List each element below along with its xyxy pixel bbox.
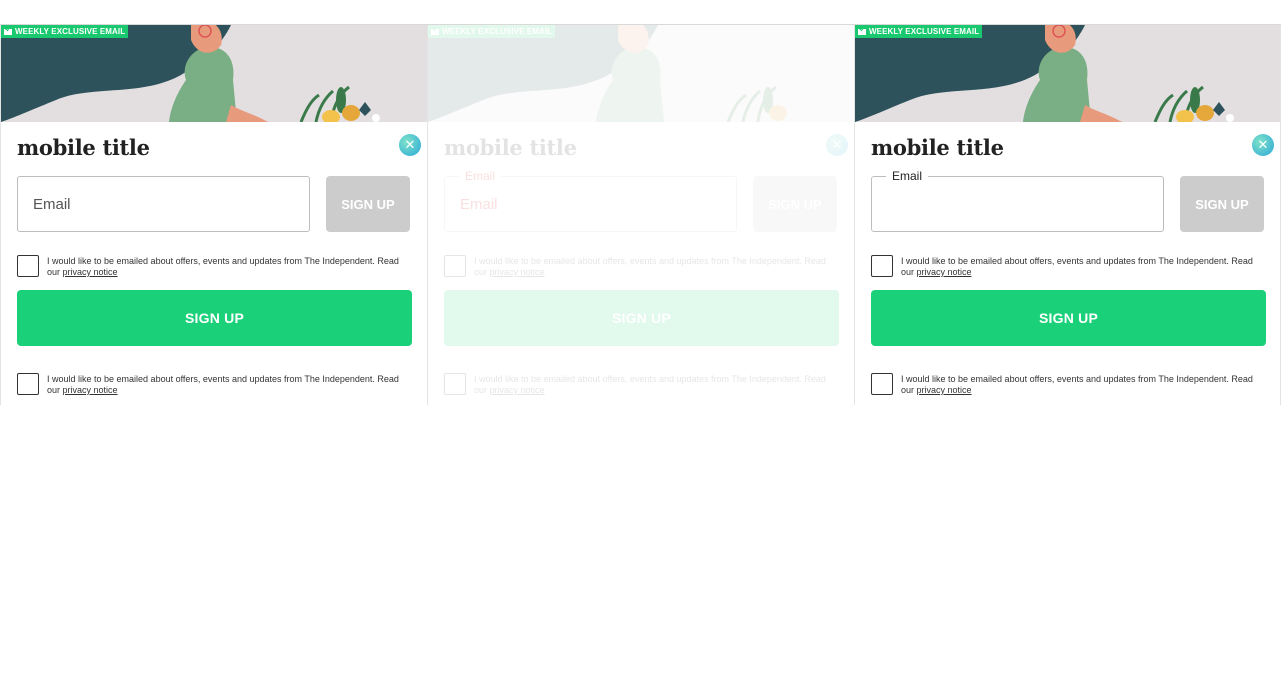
privacy-notice-link-secondary[interactable]: privacy notice [917,385,972,395]
signup-button-primary[interactable]: SIGN UP [17,290,412,346]
signup-button-primary[interactable]: SIGN UP [871,290,1266,346]
mail-icon [4,28,12,35]
eagle-logo-close-icon[interactable]: ✕ [826,134,848,156]
consent-text: I would like to be emailed about offers,… [47,255,412,278]
email-floating-label: Email [459,169,502,183]
hero-illustration [1,25,427,122]
card-title: mobile title [17,135,150,160]
mail-icon [431,28,439,35]
consent-row: I would like to be emailed about offers,… [444,255,839,278]
badge-label: WEEKLY EXCLUSIVE EMAIL [869,27,980,36]
consent-text: I would like to be emailed about offers,… [901,255,1266,278]
consent-checkbox-secondary[interactable] [871,373,893,395]
signup-button-primary[interactable]: SIGN UP [444,290,839,346]
weekly-exclusive-badge: WEEKLY EXCLUSIVE EMAIL [1,25,129,38]
consent-text-secondary: I would like to be emailed about offers,… [474,373,839,396]
consent-text-secondary: I would like to be emailed about offers,… [901,373,1266,396]
email-input[interactable] [18,177,309,231]
consent-row: I would like to be emailed about offers,… [871,255,1266,278]
email-field[interactable]: Email [871,169,1164,232]
consent-text: I would like to be emailed about offers,… [474,255,839,278]
consent-text-secondary: I would like to be emailed about offers,… [47,373,412,396]
hero-illustration [428,25,854,122]
card-title: mobile title [871,135,1004,160]
consent-row-secondary: I would like to be emailed about offers,… [17,373,412,396]
privacy-notice-link-secondary[interactable]: privacy notice [490,385,545,395]
eagle-logo-close-icon[interactable]: ✕ [399,134,421,156]
consent-checkbox[interactable] [871,255,893,277]
consent-checkbox[interactable] [444,255,466,277]
eagle-logo-close-icon[interactable]: ✕ [1252,134,1274,156]
privacy-notice-link[interactable]: privacy notice [490,267,545,277]
badge-label: WEEKLY EXCLUSIVE EMAIL [442,27,553,36]
hero-illustration [855,25,1280,122]
badge-label: WEEKLY EXCLUSIVE EMAIL [15,27,126,36]
consent-row: I would like to be emailed about offers,… [17,255,412,278]
weekly-exclusive-badge: WEEKLY EXCLUSIVE EMAIL [855,25,983,38]
consent-row-secondary: I would like to be emailed about offers,… [444,373,839,396]
signup-card-transition: WEEKLY EXCLUSIVE EMAIL ✕ mobile title Em… [427,25,854,405]
weekly-exclusive-badge: WEEKLY EXCLUSIVE EMAIL [428,25,556,38]
signup-card-default: WEEKLY EXCLUSIVE EMAIL ✕ mobile title SI… [0,25,427,405]
privacy-notice-link-secondary[interactable]: privacy notice [63,385,118,395]
signup-cards-row: WEEKLY EXCLUSIVE EMAIL ✕ mobile title SI… [0,24,1281,405]
email-field[interactable]: Email Email [444,169,737,232]
consent-row-secondary: I would like to be emailed about offers,… [871,373,1266,396]
signup-button-inline[interactable]: SIGN UP [326,176,410,232]
consent-checkbox-secondary[interactable] [17,373,39,395]
consent-checkbox-secondary[interactable] [444,373,466,395]
email-inline-label: Email [460,196,498,213]
consent-checkbox[interactable] [17,255,39,277]
email-field[interactable] [17,176,310,232]
signup-button-inline[interactable]: SIGN UP [1180,176,1264,232]
email-input[interactable] [872,177,1163,231]
privacy-notice-link[interactable]: privacy notice [63,267,118,277]
signup-card-focused: WEEKLY EXCLUSIVE EMAIL ✕ mobile title Em… [854,25,1281,405]
card-title: mobile title [444,135,577,160]
privacy-notice-link[interactable]: privacy notice [917,267,972,277]
mail-icon [858,28,866,35]
signup-button-inline[interactable]: SIGN UP [753,176,837,232]
